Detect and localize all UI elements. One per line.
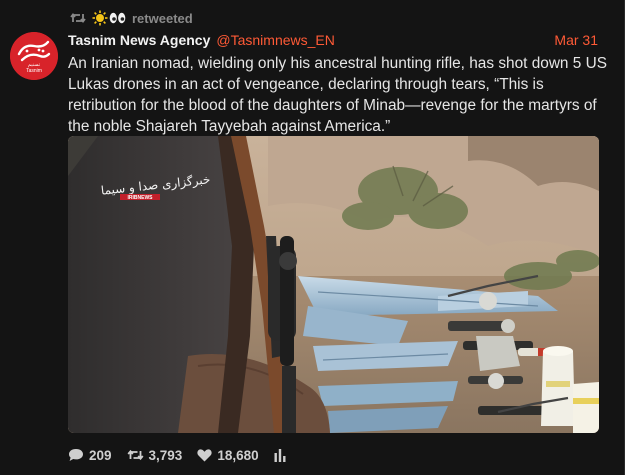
retweet-count: 3,793 bbox=[148, 447, 183, 463]
reply-button[interactable]: 209 bbox=[68, 448, 112, 463]
author-handle[interactable]: @Tasnimnews_EN bbox=[216, 32, 334, 48]
tweet-actions: 209 3,793 18,680 bbox=[68, 446, 301, 464]
tweet-media[interactable]: خبرگزاری صدا و سیما IRIBNEWS bbox=[68, 136, 599, 433]
tweet-text: An Iranian nomad, wielding only his ance… bbox=[68, 55, 607, 135]
avatar-text-en: Tasnim bbox=[26, 68, 42, 74]
retweet-indicator: retweeted bbox=[70, 9, 193, 27]
reply-count: 209 bbox=[89, 447, 112, 463]
like-button[interactable]: 18,680 bbox=[197, 447, 259, 463]
tweet-header: Tasnim News Agency @Tasnimnews_EN Mar 31 bbox=[68, 30, 598, 50]
heart-icon bbox=[197, 448, 212, 461]
retweet-action-icon bbox=[127, 449, 144, 461]
retweet-icon bbox=[70, 13, 86, 23]
author-name[interactable]: Tasnim News Agency bbox=[68, 32, 210, 48]
like-count: 18,680 bbox=[217, 447, 259, 463]
tweet-date[interactable]: Mar 31 bbox=[554, 32, 598, 48]
author-avatar[interactable]: تسنیم Tasnim bbox=[10, 32, 58, 80]
media-watermark-en: IRIBNEWS bbox=[128, 195, 154, 201]
bar-chart-icon bbox=[274, 448, 286, 462]
tasnim-logo: تسنیم Tasnim bbox=[10, 32, 58, 80]
eyes-emoji bbox=[109, 12, 126, 24]
tweet-card[interactable]: retweeted تسنیم Tasnim Tasnim News Agenc… bbox=[0, 0, 625, 475]
retweet-label: retweeted bbox=[132, 10, 193, 26]
retweet-button[interactable]: 3,793 bbox=[127, 447, 183, 463]
media-image: خبرگزاری صدا و سیما IRIBNEWS bbox=[68, 136, 599, 433]
sun-emoji bbox=[92, 10, 108, 26]
stats-button[interactable] bbox=[274, 448, 286, 462]
reply-icon bbox=[69, 449, 83, 461]
retweeter-name[interactable] bbox=[92, 10, 126, 26]
